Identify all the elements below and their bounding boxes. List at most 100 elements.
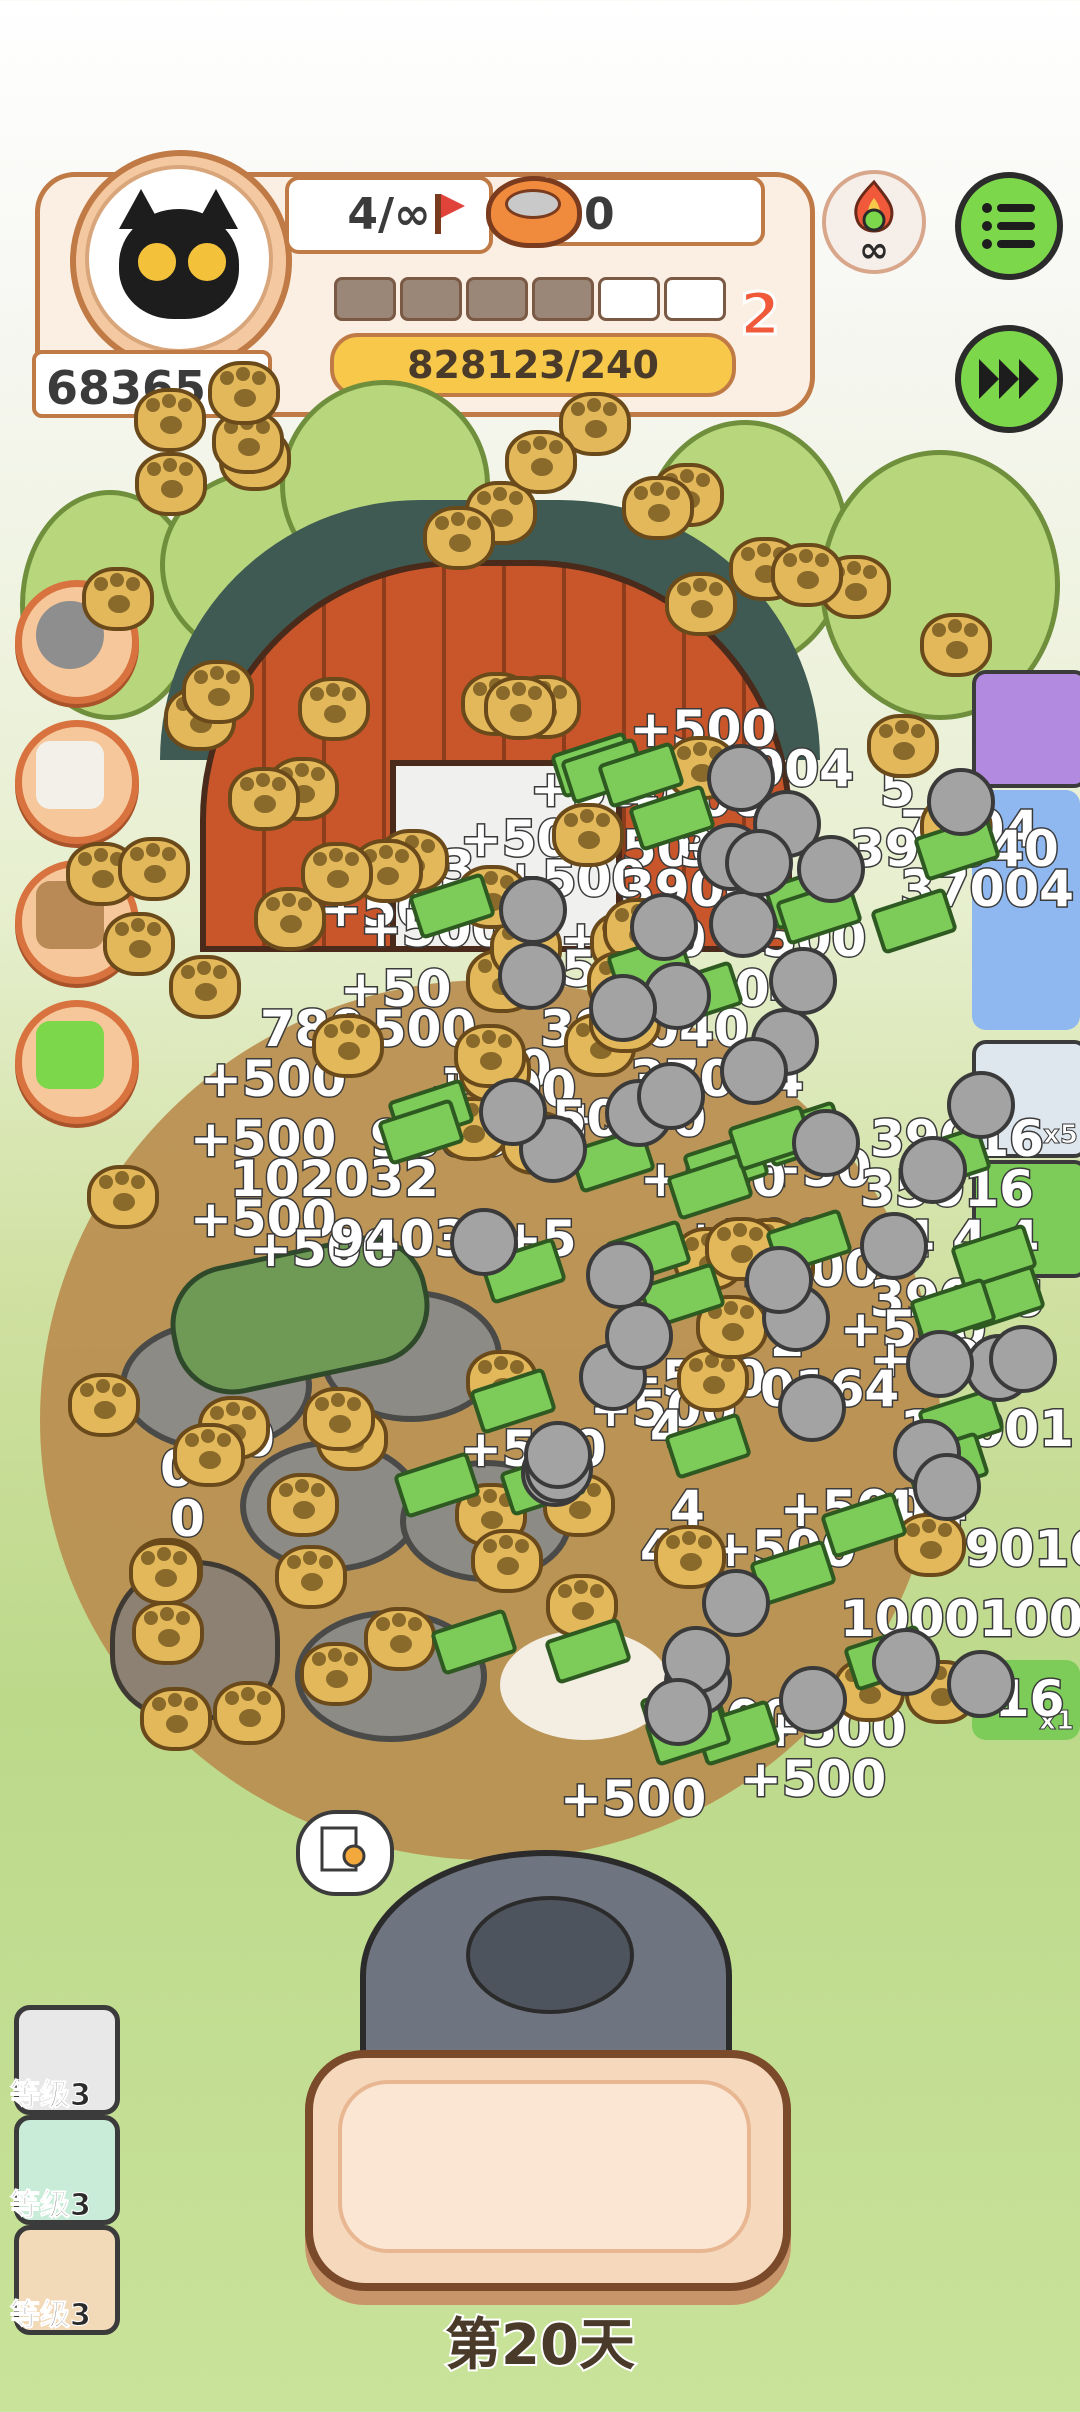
box-icon (36, 881, 104, 949)
paw-coin-icon[interactable] (905, 1660, 977, 1724)
paw-pad (213, 965, 227, 979)
side-button-groom[interactable] (15, 720, 139, 844)
level-segment (400, 277, 462, 321)
paw-pad (144, 865, 166, 883)
paw-pad (179, 462, 193, 476)
paw-pad (224, 420, 238, 434)
flag-cloth-icon (441, 194, 465, 218)
paw-pad (263, 437, 277, 451)
paw-pad (147, 922, 161, 936)
grey-coin-icon[interactable] (769, 947, 837, 1015)
capacity-text: 4/∞ (347, 189, 431, 240)
paw-pad (493, 487, 507, 501)
level-card-label: 等级3 (10, 2188, 92, 2224)
bear-face (466, 1896, 634, 2014)
fast-forward-button[interactable] (955, 325, 1063, 433)
side-button-bowl[interactable] (15, 580, 139, 704)
side-button-medkit[interactable] (15, 1000, 139, 1124)
paw-pad (110, 852, 124, 866)
grey-coin-icon[interactable] (899, 1136, 967, 1204)
paw-pad (634, 486, 648, 500)
cat-eye-icon (134, 239, 180, 285)
grey-coin-icon[interactable] (797, 835, 865, 903)
menu-list-icon (982, 203, 1035, 249)
timer-count: 1 (173, 1689, 199, 1731)
paw-pad (859, 1686, 881, 1704)
grey-coin-icon[interactable] (872, 1628, 940, 1696)
paw-pad (161, 480, 183, 498)
grey-coin-icon[interactable] (965, 1334, 1033, 1402)
paw-pad (938, 1523, 952, 1537)
paw-pad (920, 1541, 942, 1559)
bowl-icon (36, 601, 104, 669)
paw-pad (917, 1670, 931, 1684)
paw-pad (877, 1668, 891, 1682)
score-display: 68365 (32, 350, 272, 418)
paw-pad (163, 458, 177, 472)
menu-button[interactable] (955, 172, 1063, 280)
paw-pad (146, 843, 160, 857)
fire-infinity-button[interactable]: ∞ (822, 170, 926, 274)
paw-pad (879, 724, 893, 738)
side-button-box[interactable] (15, 860, 139, 984)
bowl-inner-icon (505, 189, 561, 219)
paw-pad (494, 955, 508, 969)
paw-pad (613, 979, 635, 997)
infinity-text: ∞ (859, 230, 889, 271)
paw-pad (948, 801, 962, 815)
bowl-icon (486, 176, 582, 248)
reward-popup: 39016 (929, 1519, 1080, 1580)
capacity-pill: 4/∞ (285, 176, 493, 254)
stepping-stone (400, 1460, 572, 1582)
paw-pad (932, 805, 946, 819)
paw-pad (933, 1666, 947, 1680)
paw-pad (130, 847, 144, 861)
medkit-icon (36, 1021, 104, 1089)
paw-coin-icon[interactable] (212, 410, 284, 474)
reward-popup: 004 (698, 959, 805, 1020)
bowl-count: 0 (584, 189, 615, 240)
right-card-x1[interactable]: x1 (972, 1660, 1080, 1740)
paw-pad (861, 1664, 875, 1678)
plate-inner (338, 2080, 751, 2253)
cat-eye-icon (184, 239, 230, 285)
level-badge: 2 (738, 279, 781, 350)
cash-icon[interactable] (869, 887, 959, 955)
grooming-icon (36, 741, 104, 809)
right-card-purple[interactable] (972, 670, 1080, 788)
paw-pad (911, 724, 925, 738)
paw-pad (949, 1670, 963, 1684)
right-card-blue[interactable] (972, 790, 1080, 1030)
grey-coin-icon[interactable] (989, 1325, 1057, 1393)
certificate-icon (320, 1826, 366, 1872)
egg-spot (500, 1630, 670, 1740)
paw-pad (240, 416, 254, 430)
barn-door (390, 760, 622, 952)
grey-coin-icon[interactable] (751, 1008, 819, 1076)
paw-pad (931, 1688, 953, 1706)
paw-pad (549, 440, 563, 454)
certificate-bubble[interactable] (296, 1810, 394, 1896)
right-card-x5[interactable]: x5 (972, 1040, 1080, 1158)
paw-pad (147, 462, 161, 476)
level-segment (532, 277, 594, 321)
food-plate[interactable] (305, 2050, 791, 2291)
paw-pad (615, 957, 629, 971)
avatar[interactable] (85, 165, 273, 353)
paw-pad (94, 848, 108, 862)
level-segment (664, 277, 726, 321)
level-segment (466, 277, 528, 321)
paw-pad (517, 440, 531, 454)
paw-pad (510, 959, 524, 973)
stepping-stone (295, 1610, 487, 1742)
paw-coin-icon[interactable] (169, 955, 241, 1019)
paw-pad (585, 420, 607, 438)
paw-pad (946, 823, 968, 841)
paw-pad (599, 961, 613, 975)
right-card-ticket[interactable] (972, 1160, 1080, 1278)
level-segment (334, 277, 396, 321)
card-multiplier: x5 (1043, 1120, 1079, 1151)
paw-coin-icon[interactable] (505, 430, 577, 494)
paw-coin-icon[interactable] (867, 714, 939, 778)
paw-pad (533, 436, 547, 450)
